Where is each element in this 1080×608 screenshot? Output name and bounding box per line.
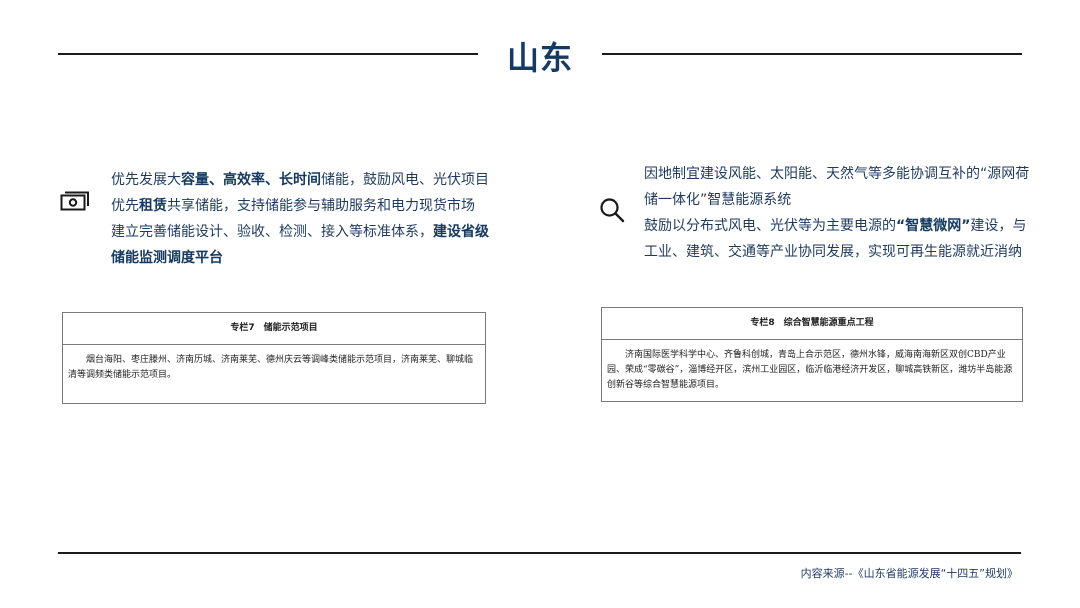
left-text-line: 储能监测调度平台 — [111, 245, 491, 271]
page-title: 山东 — [506, 39, 573, 77]
text-run: 鼓励以分布式风电、光伏等为主要电源的 — [644, 218, 896, 234]
cash-icon — [60, 191, 89, 211]
right-text-line: 储一体化”智慧能源系统 — [644, 187, 1034, 213]
left-box-body: 烟台海阳、枣庄滕州、济南历城、济南莱芜、德州庆云等调峰类储能示范项目，济南莱芜、… — [68, 355, 474, 380]
right-text-line: 鼓励以分布式风电、光伏等为主要电源的“智慧微网”建设，与 — [644, 213, 1034, 239]
left-text-block: 优先发展大容量、高效率、长时间储能，鼓励风电、光伏项目 优先租赁共享储能，支持储能… — [111, 167, 491, 271]
text-run: 储一体化”智慧能源系统 — [644, 192, 792, 208]
right-text-line: 工业、建筑、交通等产业协同发展，实现可再生能源就近消纳 — [644, 239, 1034, 265]
highlight-text: 容量、高效率、长时间 — [181, 172, 321, 188]
left-text-line: 优先租赁共享储能，支持储能参与辅助服务和电力现货市场 — [111, 193, 491, 219]
left-column-box: 专栏7 储能示范项目 烟台海阳、枣庄滕州、济南历城、济南莱芜、德州庆云等调峰类储… — [62, 312, 486, 404]
left-box-header: 专栏7 储能示范项目 — [63, 313, 485, 345]
text-run: 优先发展大 — [111, 172, 181, 188]
text-run: 共享储能，支持储能参与辅助服务和电力现货市场 — [167, 198, 475, 214]
right-text-line: 因地制宜建设风能、太阳能、天然气等多能协调互补的“源网荷 — [644, 161, 1034, 187]
text-run: 储能，鼓励风电、光伏项目 — [321, 172, 489, 188]
highlight-text: 建设省级 — [433, 224, 489, 240]
right-text-block: 因地制宜建设风能、太阳能、天然气等多能协调互补的“源网荷 储一体化”智慧能源系统鼓… — [644, 161, 1034, 265]
text-run: 因地制宜建设风能、太阳能、天然气等多能协调互补的“源网荷 — [644, 166, 1030, 182]
right-box-body: 济南国际医学科学中心、齐鲁科创城，青岛上合示范区，德州水锋，威海南海新区双创CB… — [607, 350, 1013, 390]
text-run: 工业、建筑、交通等产业协同发展，实现可再生能源就近消纳 — [644, 244, 1022, 260]
highlight-text: 储能监测调度平台 — [111, 250, 223, 266]
right-column-box: 专栏8 综合智慧能源重点工程 济南国际医学科学中心、齐鲁科创城，青岛上合示范区，… — [601, 307, 1023, 402]
highlight-text: “智慧微网” — [896, 218, 971, 234]
text-run: 建立完善储能设计、验收、检测、接入等标准体系， — [111, 224, 433, 240]
highlight-text: 租赁 — [139, 198, 167, 214]
left-text-line: 建立完善储能设计、验收、检测、接入等标准体系，建设省级 — [111, 219, 491, 245]
right-box-header: 专栏8 综合智慧能源重点工程 — [602, 308, 1022, 340]
bottom-rule — [58, 552, 1021, 554]
text-run: 优先 — [111, 198, 139, 214]
source-note: 内容来源--《山东省能源发展“十四五”规划》 — [800, 567, 1018, 580]
title-rule-left — [58, 53, 478, 55]
text-run: 建设，与 — [970, 218, 1027, 234]
search-icon — [600, 198, 625, 223]
title-rule-right — [602, 53, 1022, 55]
left-text-line: 优先发展大容量、高效率、长时间储能，鼓励风电、光伏项目 — [111, 167, 491, 193]
